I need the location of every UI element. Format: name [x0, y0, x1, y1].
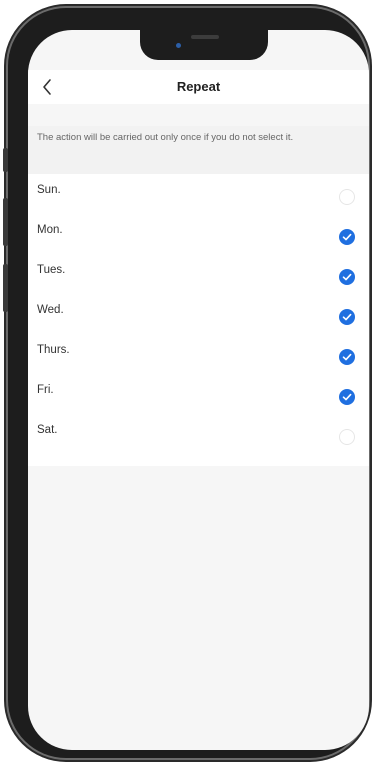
nav-bar: Repeat: [28, 70, 369, 104]
side-button-volume-down: [3, 264, 8, 312]
day-row-sat[interactable]: Sat.: [28, 414, 369, 454]
info-note-text: The action will be carried out only once…: [37, 132, 294, 143]
day-row-thurs[interactable]: Thurs.: [28, 334, 369, 374]
side-button-mute: [3, 148, 8, 172]
day-list: Sun. Mon. Tues. Wed. Thurs. Fri. Sat.: [28, 174, 369, 466]
info-note: The action will be carried out only once…: [28, 126, 369, 174]
day-row-wed[interactable]: Wed.: [28, 294, 369, 334]
checked-circle-icon[interactable]: [339, 309, 355, 325]
notch: [140, 30, 268, 60]
side-button-volume-up: [3, 198, 8, 246]
day-row-fri[interactable]: Fri.: [28, 374, 369, 414]
day-label: Fri.: [37, 384, 54, 396]
day-label: Wed.: [37, 304, 64, 316]
day-label: Sat.: [37, 424, 58, 436]
day-label: Sun.: [37, 184, 61, 196]
checked-circle-icon[interactable]: [339, 269, 355, 285]
day-label: Thurs.: [37, 344, 70, 356]
screen: Repeat The action will be carried out on…: [28, 30, 369, 750]
phone-frame: Repeat The action will be carried out on…: [3, 8, 369, 758]
speaker: [191, 35, 219, 39]
checked-circle-icon[interactable]: [339, 389, 355, 405]
page-title: Repeat: [176, 79, 221, 94]
day-row-sun[interactable]: Sun.: [28, 174, 369, 214]
day-row-tues[interactable]: Tues.: [28, 254, 369, 294]
unchecked-circle-icon[interactable]: [339, 429, 355, 445]
unchecked-circle-icon[interactable]: [339, 189, 355, 205]
day-row-mon[interactable]: Mon.: [28, 214, 369, 254]
checked-circle-icon[interactable]: [339, 349, 355, 365]
checked-circle-icon[interactable]: [339, 229, 355, 245]
camera-icon: [176, 43, 181, 48]
day-label: Tues.: [37, 264, 66, 276]
day-label: Mon.: [37, 224, 63, 236]
